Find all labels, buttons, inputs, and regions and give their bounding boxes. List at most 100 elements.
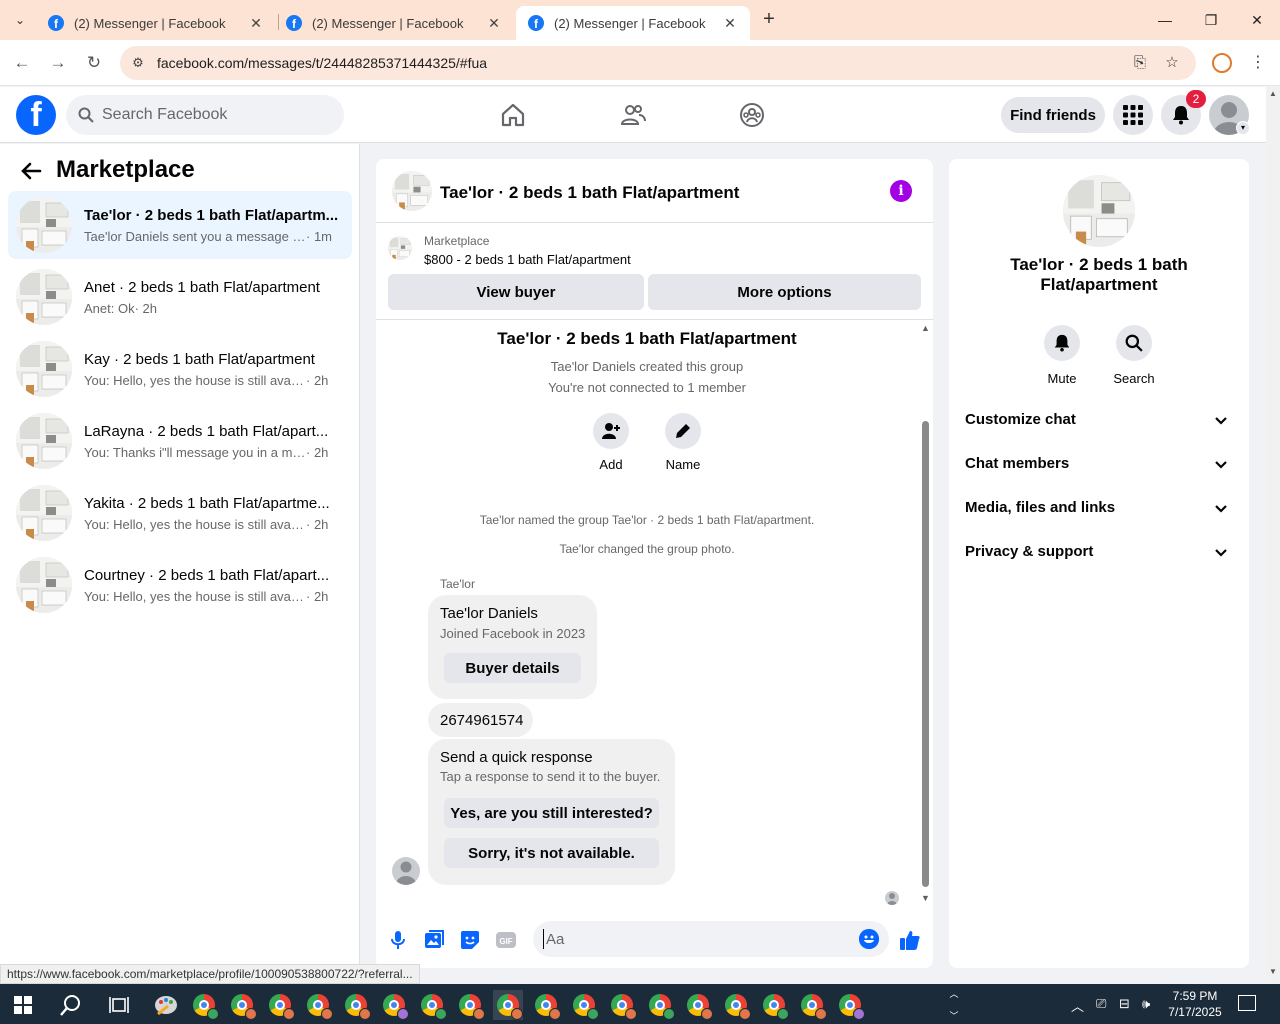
- chrome-taskbar-icon[interactable]: [379, 990, 409, 1020]
- chrome-taskbar-icon[interactable]: [227, 990, 257, 1020]
- group-photo[interactable]: [392, 171, 432, 211]
- groups-icon[interactable]: [736, 99, 768, 131]
- chrome-taskbar-icon[interactable]: [455, 990, 485, 1020]
- search-input[interactable]: [102, 106, 322, 124]
- browser-menu-icon[interactable]: ⋮: [1250, 52, 1266, 72]
- forward-button[interactable]: →: [46, 51, 70, 75]
- photo-icon[interactable]: [422, 928, 446, 952]
- group-photo-large[interactable]: [1063, 175, 1135, 247]
- gif-icon[interactable]: GIF: [494, 928, 518, 952]
- chrome-taskbar-icon[interactable]: [493, 990, 523, 1020]
- facebook-search[interactable]: [66, 95, 344, 135]
- chrome-taskbar-icon[interactable]: [569, 990, 599, 1020]
- chrome-taskbar-icon[interactable]: [607, 990, 637, 1020]
- listing-thumbnail[interactable]: [388, 236, 412, 260]
- taskbar-scroll[interactable]: ︿ ﹀: [946, 984, 962, 1024]
- site-info-icon[interactable]: ⚙: [130, 55, 146, 71]
- system-clock[interactable]: 7:59 PM 7/17/2025: [1160, 988, 1230, 1020]
- scroll-up-icon[interactable]: ▲: [1269, 89, 1277, 98]
- bookmark-star-icon[interactable]: ☆: [1162, 54, 1182, 72]
- search-icon[interactable]: [60, 994, 82, 1016]
- name-group-action[interactable]: Name: [653, 413, 713, 472]
- address-bar[interactable]: ⚙ facebook.com/messages/t/24448285371444…: [120, 46, 1196, 80]
- scrollbar-thumb[interactable]: [922, 421, 929, 887]
- install-app-icon[interactable]: ⎘: [1130, 54, 1150, 72]
- chevron-down-icon[interactable]: ﹀: [946, 1009, 962, 1022]
- browser-tab-1[interactable]: f (2) Messenger | Facebook ✕: [36, 6, 276, 40]
- chrome-taskbar-icon[interactable]: [797, 990, 827, 1020]
- meet-now-icon[interactable]: ⎚: [1096, 996, 1106, 1012]
- search-in-chat-action[interactable]: Search: [1104, 325, 1164, 386]
- info-icon[interactable]: i: [890, 180, 912, 202]
- action-center-icon[interactable]: [1238, 995, 1256, 1011]
- windows-start-icon[interactable]: [14, 996, 32, 1014]
- chrome-taskbar-icon[interactable]: [531, 990, 561, 1020]
- message-input-wrapper[interactable]: [533, 921, 889, 957]
- browser-tab-2[interactable]: f (2) Messenger | Facebook ✕: [274, 6, 514, 40]
- chrome-taskbar-icon[interactable]: [721, 990, 751, 1020]
- friends-icon[interactable]: [617, 99, 649, 131]
- scroll-down-icon[interactable]: ▼: [921, 893, 930, 903]
- chrome-taskbar-icon[interactable]: [303, 990, 333, 1020]
- tab-search-button[interactable]: ⌄: [8, 8, 32, 32]
- new-tab-button[interactable]: +: [758, 8, 780, 32]
- more-options-button[interactable]: More options: [648, 274, 921, 310]
- customize-chat-section[interactable]: Customize chat: [957, 399, 1241, 443]
- volume-icon[interactable]: 🕪: [1142, 996, 1150, 1012]
- emoji-icon[interactable]: [859, 929, 879, 949]
- minimize-button[interactable]: —: [1142, 6, 1188, 34]
- listing-price-title[interactable]: $800 - 2 beds 1 bath Flat/apartment: [424, 252, 631, 267]
- microphone-icon[interactable]: [386, 928, 410, 952]
- close-window-button[interactable]: ✕: [1234, 6, 1280, 34]
- chrome-taskbar-icon[interactable]: [189, 990, 219, 1020]
- chevron-up-icon[interactable]: ︿: [946, 987, 962, 1000]
- chat-members-section[interactable]: Chat members: [957, 443, 1241, 487]
- close-tab-icon[interactable]: ✕: [248, 15, 264, 32]
- privacy-support-section[interactable]: Privacy & support: [957, 531, 1241, 575]
- home-icon[interactable]: [497, 99, 529, 131]
- conversation-item[interactable]: Yakita · 2 beds 1 bath Flat/apartme... Y…: [8, 479, 352, 547]
- close-tab-icon[interactable]: ✕: [722, 15, 738, 32]
- chrome-taskbar-icon[interactable]: [645, 990, 675, 1020]
- back-button[interactable]: ←: [10, 51, 34, 75]
- restore-button[interactable]: ❐: [1188, 6, 1234, 34]
- chrome-taskbar-icon[interactable]: [759, 990, 789, 1020]
- conversation-item[interactable]: LaRayna · 2 beds 1 bath Flat/apart... Yo…: [8, 407, 352, 475]
- browser-tab-3-active[interactable]: f (2) Messenger | Facebook ✕: [516, 6, 750, 40]
- sticker-icon[interactable]: [458, 928, 482, 952]
- conversation-item[interactable]: Anet · 2 beds 1 bath Flat/apartment Anet…: [8, 263, 352, 331]
- menu-grid-button[interactable]: [1113, 95, 1153, 135]
- task-view-icon[interactable]: [109, 996, 129, 1014]
- buyer-details-button[interactable]: Buyer details: [444, 653, 581, 683]
- chrome-taskbar-icon[interactable]: [835, 990, 865, 1020]
- message-input[interactable]: [543, 929, 843, 949]
- find-friends-button[interactable]: Find friends: [1001, 97, 1105, 133]
- quick-reply-interested-button[interactable]: Yes, are you still interested?: [444, 798, 659, 828]
- browser-profile-icon[interactable]: [1212, 53, 1232, 73]
- view-buyer-button[interactable]: View buyer: [388, 274, 644, 310]
- chat-title[interactable]: Tae'lor · 2 beds 1 bath Flat/apartment: [440, 183, 739, 203]
- chrome-taskbar-icon[interactable]: [417, 990, 447, 1020]
- scroll-up-icon[interactable]: ▲: [921, 323, 930, 333]
- chat-scrollbar[interactable]: ▲ ▼: [918, 321, 933, 909]
- mute-action[interactable]: Mute: [1032, 325, 1092, 386]
- page-scrollbar[interactable]: ▲ ▼: [1266, 87, 1280, 983]
- conversation-item[interactable]: Tae'lor · 2 beds 1 bath Flat/apartm... T…: [8, 191, 352, 259]
- like-thumb-icon[interactable]: [898, 928, 922, 952]
- quick-reply-unavailable-button[interactable]: Sorry, it's not available.: [444, 838, 659, 868]
- facebook-logo-icon[interactable]: f: [16, 95, 56, 135]
- message-bubble[interactable]: 2674961574: [428, 703, 533, 737]
- conversation-item[interactable]: Courtney · 2 beds 1 bath Flat/apart... Y…: [8, 551, 352, 619]
- paint-app-icon[interactable]: [151, 990, 181, 1020]
- media-files-links-section[interactable]: Media, files and links: [957, 487, 1241, 531]
- tray-overflow-icon[interactable]: ︿: [1071, 996, 1084, 1015]
- add-member-action[interactable]: Add: [581, 413, 641, 472]
- chrome-taskbar-icon[interactable]: [265, 990, 295, 1020]
- back-arrow-icon[interactable]: [20, 160, 42, 188]
- scroll-down-icon[interactable]: ▼: [1269, 967, 1277, 976]
- chrome-taskbar-icon[interactable]: [341, 990, 371, 1020]
- network-icon[interactable]: ⊟: [1119, 996, 1130, 1012]
- chevron-down-icon[interactable]: ▾: [1236, 121, 1250, 135]
- chrome-taskbar-icon[interactable]: [683, 990, 713, 1020]
- conversation-item[interactable]: Kay · 2 beds 1 bath Flat/apartment You: …: [8, 335, 352, 403]
